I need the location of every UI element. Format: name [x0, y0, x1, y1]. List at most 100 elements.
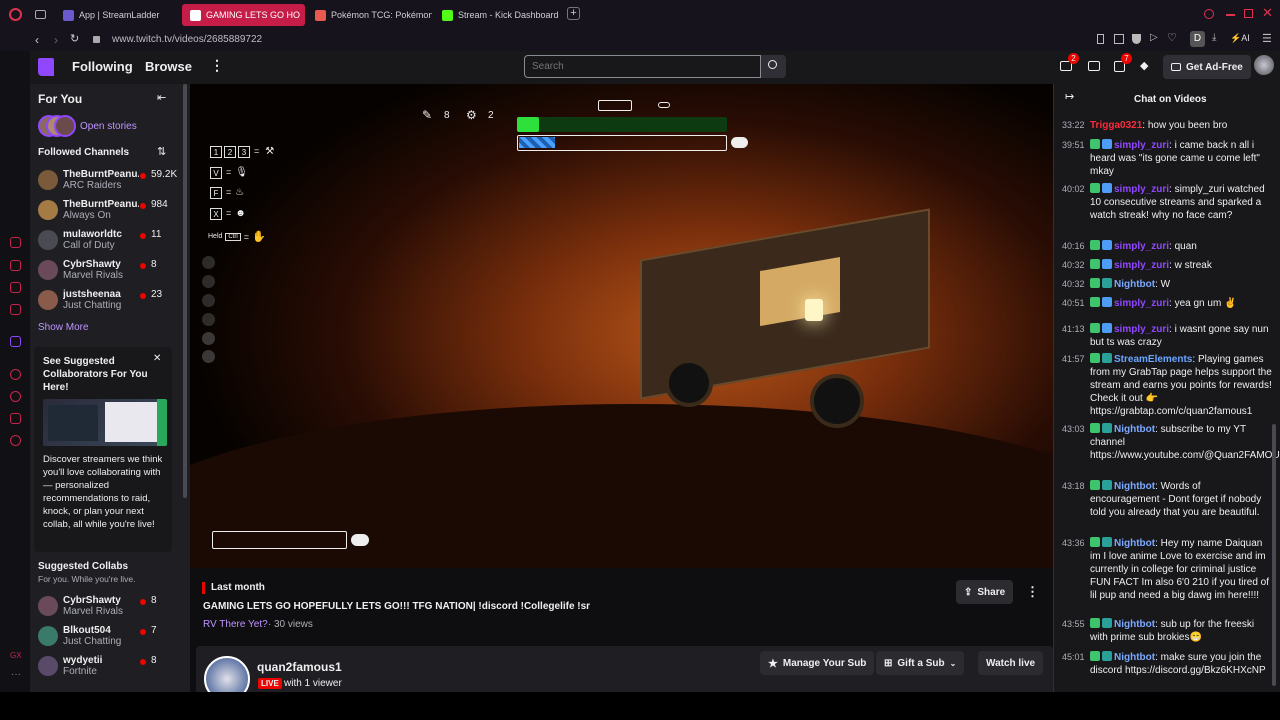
browser-tab[interactable]: App | StreamLadder: [55, 4, 180, 26]
chat-username[interactable]: Trigga0321: [1090, 120, 1142, 131]
chat-badge-icon: [1102, 259, 1112, 269]
nav-more-icon[interactable]: ⋮: [210, 57, 224, 74]
chat-username[interactable]: Nightbot: [1114, 619, 1155, 630]
download-icon[interactable]: ⤓: [1212, 32, 1216, 43]
snapshot-icon[interactable]: [1114, 34, 1124, 44]
bookmarks-icon[interactable]: [10, 260, 21, 271]
bits-icon[interactable]: ◆: [1140, 59, 1148, 72]
watch-live-button[interactable]: Watch live: [978, 651, 1044, 675]
channel-item[interactable]: CybrShawty Marvel Rivals 8: [30, 256, 190, 286]
stamina-bar: [517, 135, 727, 151]
channel-item[interactable]: justsheenaa Just Chatting 23: [30, 286, 190, 316]
shield-icon[interactable]: [1132, 34, 1141, 44]
history-icon[interactable]: [10, 391, 21, 402]
chat-username[interactable]: simply_zuri: [1114, 324, 1169, 335]
chat-username[interactable]: simply_zuri: [1114, 184, 1169, 195]
channel-item[interactable]: TheBurntPeanu... ARC Raiders 59.2K: [30, 166, 190, 196]
new-tab-icon[interactable]: +: [567, 7, 580, 20]
manage-sub-button[interactable]: ★ Manage Your Sub: [760, 651, 875, 675]
sidebar-scrollbar[interactable]: [183, 84, 187, 498]
opera-logo-icon[interactable]: [9, 8, 22, 21]
bookmark-icon[interactable]: [1097, 34, 1104, 44]
search-icon: [768, 60, 777, 69]
nav-browse[interactable]: Browse: [145, 59, 192, 74]
chat-badge-icon: [1090, 651, 1100, 661]
more-icon[interactable]: ···: [11, 669, 21, 680]
browser-tab[interactable]: Pokémon TCG: Pokémon: [307, 4, 432, 26]
chat-scrollbar[interactable]: [1272, 424, 1276, 686]
back-icon[interactable]: ‹: [35, 33, 39, 47]
chat-username[interactable]: Nightbot: [1114, 424, 1155, 435]
lock-icon: [93, 36, 100, 43]
chat-message: 33:22 Trigga0321: how you been bro: [1062, 119, 1272, 132]
channel-item[interactable]: wydyetii Fortnite 8: [30, 652, 190, 682]
search-input[interactable]: [524, 55, 761, 78]
game-link[interactable]: RV There Yet?: [203, 619, 268, 630]
chat-timestamp: 43:03: [1062, 424, 1085, 434]
channel-item[interactable]: CybrShawty Marvel Rivals 8: [30, 592, 190, 622]
microphone-icon: 🎙: [235, 167, 248, 178]
keybind-list: 1 2 3 = ⚒ V = 🎙 F = ♨ X = ☻ Held Ctrl = …: [208, 146, 290, 246]
tab-overview-icon[interactable]: [35, 10, 46, 19]
chat-username[interactable]: simply_zuri: [1114, 260, 1169, 271]
chat-username[interactable]: simply_zuri: [1114, 298, 1169, 309]
chat-username[interactable]: Nightbot: [1114, 481, 1155, 492]
player-icon[interactable]: [10, 369, 21, 380]
search-tabs-icon[interactable]: [1204, 9, 1214, 19]
browser-tab[interactable]: Stream - Kick Dashboard: [434, 4, 562, 26]
chat-username[interactable]: Nightbot: [1114, 279, 1155, 290]
gift-sub-button[interactable]: ⊞ Gift a Sub ⌄: [876, 651, 965, 675]
speed-dial-icon[interactable]: [10, 237, 21, 248]
play-icon[interactable]: ▷: [1150, 32, 1158, 43]
channel-item[interactable]: Blkout504 Just Chatting 7: [30, 622, 190, 652]
channel-game: Call of Duty: [63, 240, 115, 251]
chat-username[interactable]: simply_zuri: [1114, 140, 1169, 151]
collapse-sidebar-icon[interactable]: ⇤: [157, 91, 166, 104]
messenger-icon[interactable]: [10, 282, 21, 293]
get-ad-free-button[interactable]: Get Ad-Free: [1163, 55, 1251, 79]
channel-item[interactable]: mulaworldtc Call of Duty 11: [30, 226, 190, 256]
open-stories-link[interactable]: Open stories: [80, 121, 137, 132]
search-button[interactable]: [761, 55, 786, 78]
video-player[interactable]: ✎ 8 ⚙ 2 1 2 3 = ⚒ V = 🎙 F = ♨ X = ☻ Held…: [190, 84, 1053, 568]
channel-name[interactable]: quan2famous1: [257, 660, 342, 674]
browser-sidebar: GX ···: [0, 51, 30, 692]
twitch-logo-icon[interactable]: [38, 58, 54, 76]
channel-item[interactable]: TheBurntPeanu... Always On 984: [30, 196, 190, 226]
whispers-icon[interactable]: [1088, 61, 1100, 71]
suggested-collabs-sub: For you. While you're live.: [38, 574, 136, 584]
reload-icon[interactable]: ↻: [70, 32, 79, 45]
profile-avatar[interactable]: D: [1190, 31, 1205, 47]
chat-username[interactable]: StreamElements: [1114, 354, 1192, 365]
menu-icon[interactable]: ☰: [1262, 32, 1272, 45]
chat-username[interactable]: Nightbot: [1114, 652, 1155, 663]
promo-close-icon[interactable]: ✕: [153, 353, 161, 364]
stories-avatars[interactable]: [38, 115, 76, 137]
rv-wheel: [810, 374, 864, 428]
settings-icon[interactable]: [10, 435, 21, 446]
url-text[interactable]: www.twitch.tv/videos/2685889722: [112, 34, 262, 45]
channel-viewers: 23: [151, 289, 163, 300]
gx-icon[interactable]: GX: [10, 651, 22, 660]
close-window-icon[interactable]: ✕: [1262, 5, 1273, 21]
twitch-rail-icon[interactable]: [10, 336, 21, 347]
minimize-icon[interactable]: [1226, 14, 1235, 16]
collapse-chat-icon[interactable]: ↦: [1065, 90, 1074, 103]
chat-username[interactable]: Nightbot: [1114, 538, 1155, 549]
share-button[interactable]: ⇪ Share: [956, 580, 1014, 604]
browser-tab[interactable]: GAMING LETS GO HO: [182, 4, 305, 26]
user-avatar[interactable]: [1254, 55, 1274, 75]
more-options-icon[interactable]: ⋮: [1026, 584, 1039, 600]
nav-following[interactable]: Following: [72, 59, 133, 74]
forward-icon[interactable]: ›: [54, 33, 58, 47]
chat-username[interactable]: simply_zuri: [1114, 241, 1169, 252]
chat-timestamp: 40:51: [1062, 298, 1085, 308]
instagram-icon[interactable]: [10, 304, 21, 315]
chat-message-body: simply_zuri: simply_zuri watched 10 cons…: [1090, 183, 1272, 222]
sort-icon[interactable]: ⇅: [157, 145, 166, 158]
extensions-icon[interactable]: [10, 413, 21, 424]
show-more-link[interactable]: Show More: [38, 322, 89, 333]
maximize-icon[interactable]: [1244, 9, 1253, 18]
heart-icon[interactable]: ♡: [1167, 31, 1177, 44]
ai-button[interactable]: ⚡AI: [1230, 33, 1250, 44]
